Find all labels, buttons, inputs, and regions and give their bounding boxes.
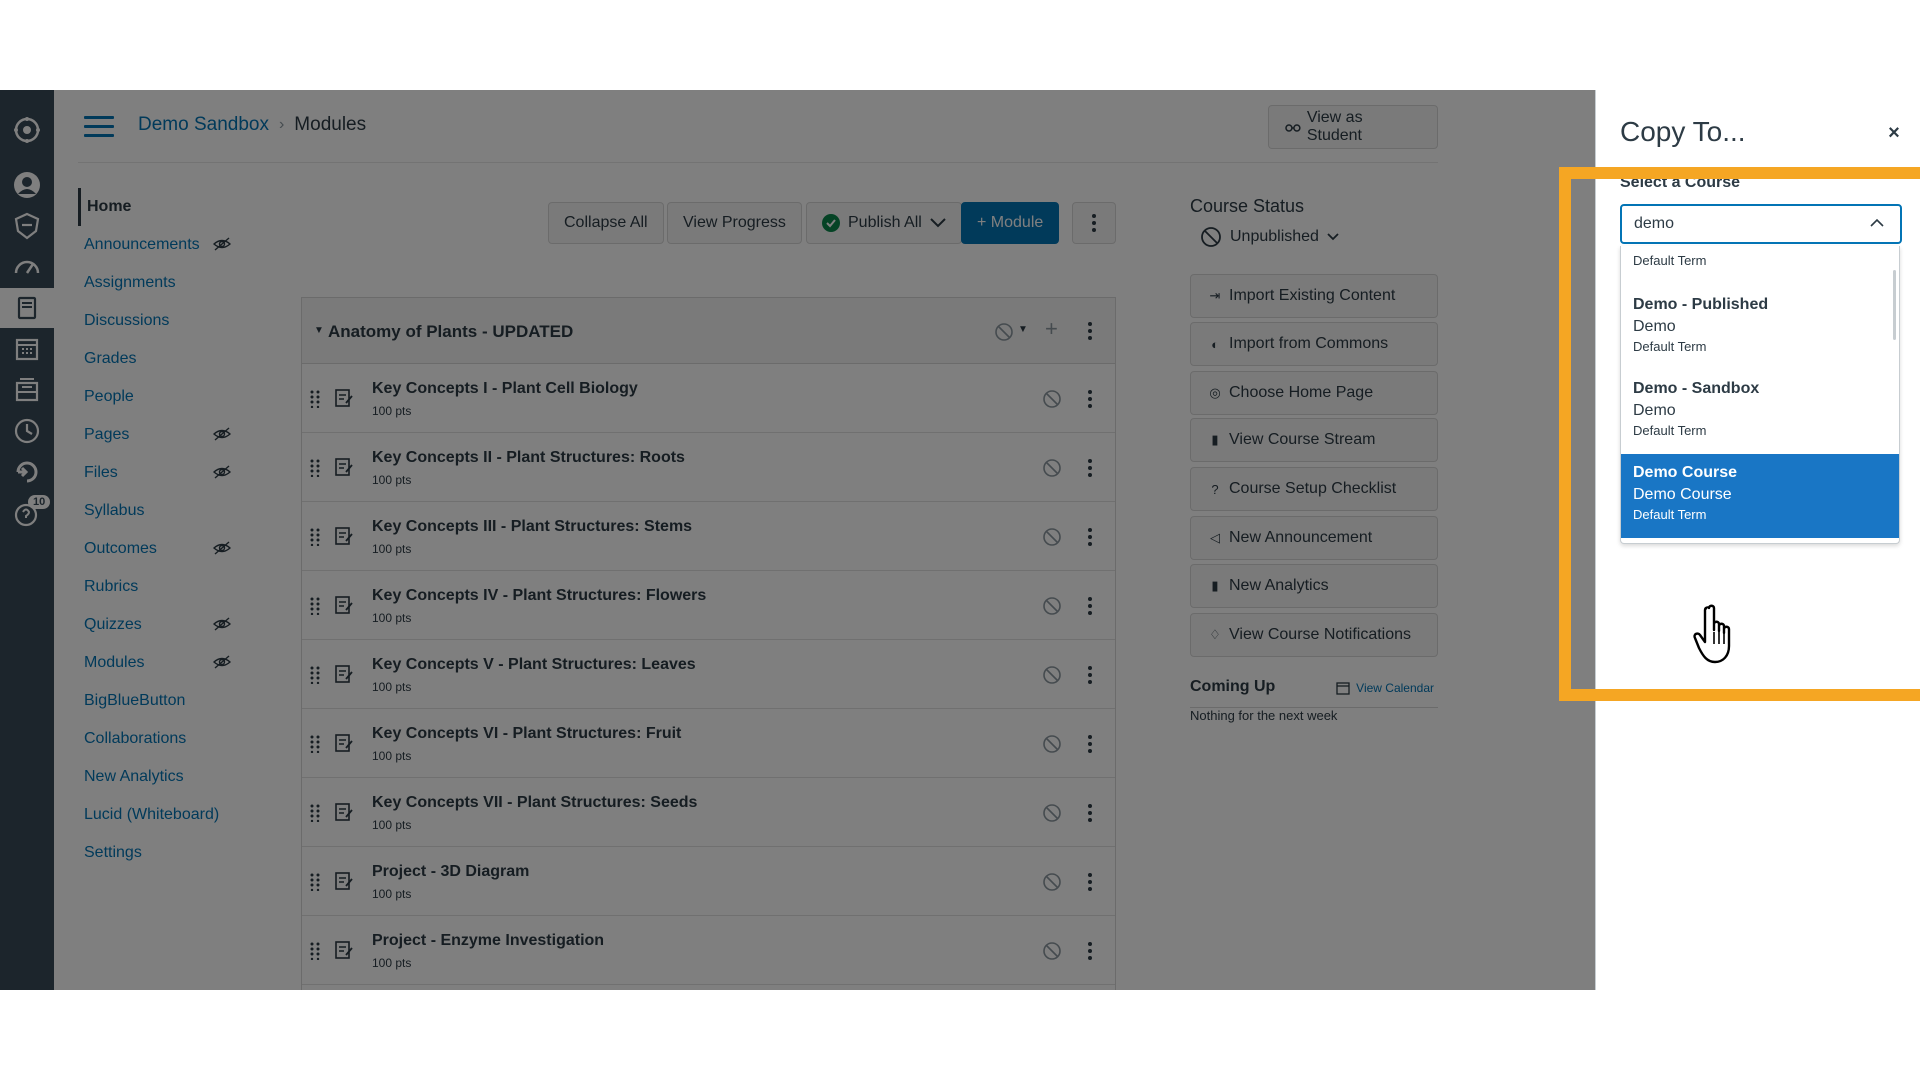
course-option-name: Demo - Sandbox <box>1633 380 1760 397</box>
course-option-term: Default Term <box>1633 253 1707 268</box>
course-options-list: DemoDefault TermDemo - PublishedDemoDefa… <box>1620 246 1900 544</box>
course-option-account: Demo <box>1633 402 1676 419</box>
course-option[interactable]: Demo - Sandbox Demo Default Term <box>1621 370 1899 452</box>
course-search-input[interactable] <box>1620 204 1902 244</box>
canvas-app: 10 Demo Sandbox › Modules View as Studen… <box>0 90 1920 990</box>
tray-title: Copy To... <box>1620 116 1746 147</box>
course-option-name: Demo Course <box>1633 464 1738 481</box>
hand-pointer-cursor-icon <box>1693 604 1731 664</box>
course-option[interactable]: Demo - Published Demo Default Term <box>1621 286 1899 368</box>
course-option-name: Demo - Published <box>1633 296 1769 313</box>
course-option[interactable]: DemoDefault Term <box>1621 246 1899 282</box>
select-course-label: Select a Course <box>1620 174 1741 191</box>
chevron-up-icon[interactable] <box>1870 216 1884 230</box>
course-option-term: Default Term <box>1633 507 1707 522</box>
course-option-term: Default Term <box>1633 339 1707 354</box>
course-option[interactable]: Demo Course Demo Course Default Term <box>1621 454 1899 538</box>
close-icon[interactable]: × <box>1882 122 1906 146</box>
course-option-term: Default Term <box>1633 423 1707 438</box>
copy-to-tray: Copy To... × Select a Course Demo Default… <box>1595 90 1920 990</box>
screen: 10 Demo Sandbox › Modules View as Studen… <box>0 0 1920 1080</box>
course-option-account: Demo <box>1633 318 1676 335</box>
course-option-account: Demo Course <box>1633 486 1732 503</box>
